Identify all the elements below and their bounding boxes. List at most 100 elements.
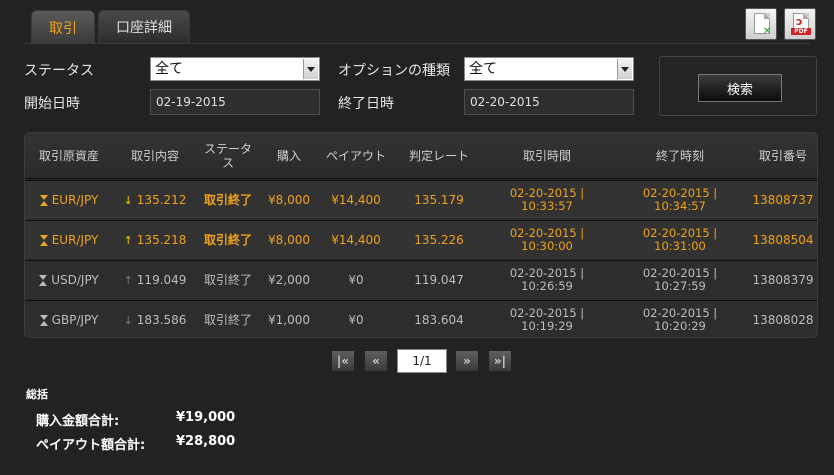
- asset-text: EUR/JPY: [51, 232, 99, 247]
- col-header-end-time: 終了時刻: [655, 149, 704, 163]
- pdf-export-icon[interactable]: ↄ PDF: [784, 8, 816, 40]
- time-line: 10:30:00: [521, 239, 573, 253]
- cell-asset: USD/JPY: [25, 261, 113, 299]
- hourglass-icon: [39, 234, 48, 246]
- total-payout-value: ¥28,800: [176, 434, 236, 449]
- cell-asset: EUR/JPY: [25, 181, 113, 219]
- cell-purchase: ¥8,000: [268, 192, 310, 207]
- search-button[interactable]: 検索: [698, 74, 782, 102]
- entry-rate-text: 135.212: [136, 192, 187, 207]
- tab-account-details[interactable]: 口座詳細: [98, 10, 190, 43]
- cell-payout: ¥0: [348, 272, 364, 287]
- trade-time-text: 02-20-2015 | 10:19:29: [510, 307, 584, 333]
- total-purchase-value: ¥19,000: [176, 410, 236, 425]
- total-payout-label: ペイアウト額合計:: [36, 438, 146, 453]
- cell-direction: ↓ 135.212: [113, 181, 197, 219]
- option-type-select[interactable]: 全て: [464, 57, 634, 81]
- entry-rate-text: 135.218: [136, 232, 187, 247]
- excel-export-icon[interactable]: ✕: [745, 8, 777, 40]
- cell-payout: ¥14,400: [331, 192, 381, 207]
- trade-time-text: 02-20-2015 | 10:26:59: [510, 267, 584, 293]
- table-row[interactable]: USD/JPY ↑ 119.049 取引終了 ¥2,000 ¥0 119.047 02-20-…: [25, 260, 817, 299]
- cell-trade-time: 02-20-2015 | 10:19:29: [481, 301, 613, 337]
- search-panel: 検索: [659, 56, 817, 116]
- cell-asset: GBP/JPY: [25, 301, 113, 337]
- cell-trade-no: 13808379: [752, 272, 814, 287]
- col-header-judge-rate: 判定レート: [408, 149, 469, 163]
- end-time-text: 02-20-2015 | 10:31:00: [643, 227, 717, 253]
- pdf-band: PDF: [791, 28, 811, 35]
- first-page-button[interactable]: |«: [331, 350, 355, 372]
- next-page-button[interactable]: »: [455, 350, 479, 372]
- asset-text: EUR/JPY: [51, 192, 99, 207]
- page-indicator[interactable]: 1/1: [397, 349, 447, 373]
- start-date-input[interactable]: 02-19-2015: [150, 89, 320, 115]
- end-date-label: 終了日時: [338, 96, 394, 112]
- pdf-swirl-icon: ↄ: [796, 15, 803, 28]
- cell-purchase: ¥2,000: [268, 272, 310, 287]
- summary-title: 総括: [26, 388, 48, 401]
- tab-divider: [24, 43, 810, 44]
- end-time-text: 02-20-2015 | 10:34:57: [643, 187, 717, 213]
- cell-trade-time: 02-20-2015 | 10:30:00: [481, 221, 613, 259]
- trade-time-text: 02-20-2015 | 10:30:00: [510, 227, 584, 253]
- tab-trades[interactable]: 取引: [31, 10, 95, 44]
- time-line: 10:26:59: [521, 279, 573, 293]
- col-header-payout: ペイアウト: [325, 149, 386, 163]
- end-time-text: 02-20-2015 | 10:20:29: [643, 307, 717, 333]
- arrow-down-icon: ↓: [123, 193, 133, 207]
- cell-trade-no: 13808028: [752, 312, 814, 327]
- asset-text: GBP/JPY: [51, 312, 99, 327]
- prev-page-button[interactable]: «: [364, 350, 388, 372]
- cell-payout: ¥14,400: [331, 232, 381, 247]
- status-select[interactable]: 全て: [150, 57, 320, 81]
- arrow-down-icon: ↓: [123, 313, 133, 327]
- entry-rate-text: 119.049: [136, 272, 187, 287]
- cell-end-time: 02-20-2015 | 10:27:59: [613, 261, 747, 299]
- cell-direction: ↑ 135.218: [113, 221, 197, 259]
- last-page-button[interactable]: »|: [488, 350, 512, 372]
- total-purchase-label: 購入金額合計:: [36, 414, 120, 429]
- status-select-value: 全て: [155, 61, 183, 77]
- cell-judge-rate: 135.226: [414, 232, 464, 247]
- cell-trade-time: 02-20-2015 | 10:26:59: [481, 261, 613, 299]
- cell-direction: ↑ 119.049: [113, 261, 197, 299]
- col-header-trade-time: 取引時間: [522, 149, 571, 163]
- cell-judge-rate: 119.047: [414, 272, 464, 287]
- col-header-purchase: 購入: [276, 149, 301, 163]
- table-row[interactable]: EUR/JPY ↓ 135.212 取引終了 ¥8,000 ¥14,400 135.179 0…: [25, 180, 817, 219]
- table-row[interactable]: EUR/JPY ↑ 135.218 取引終了 ¥8,000 ¥14,400 135.226 0…: [25, 220, 817, 259]
- option-type-select-value: 全て: [469, 61, 497, 77]
- cell-status: 取引終了: [203, 192, 252, 207]
- tab-account-details-label: 口座詳細: [116, 20, 172, 36]
- hourglass-icon: [39, 194, 48, 206]
- trade-time-text: 02-20-2015 | 10:33:57: [510, 187, 584, 213]
- cell-trade-no: 13808737: [752, 192, 814, 207]
- chevron-down-icon: [303, 59, 318, 79]
- cell-trade-time: 02-20-2015 | 10:33:57: [481, 181, 613, 219]
- asset-text: USD/JPY: [51, 272, 99, 287]
- trades-table: 取引原資産 取引内容 ステータス 購入 ペイアウト 判定レート 取引時間 終了時…: [24, 132, 818, 338]
- chevron-down-icon: [617, 59, 632, 79]
- option-type-label: オプションの種類: [338, 63, 450, 79]
- col-header-trade-no: 取引番号: [758, 149, 807, 163]
- time-line: 10:19:29: [521, 319, 573, 333]
- cell-judge-rate: 135.179: [414, 192, 464, 207]
- hourglass-icon: [39, 314, 48, 326]
- cell-direction: ↓ 183.586: [113, 301, 197, 337]
- col-header-asset: 取引原資産: [38, 149, 99, 163]
- col-header-direction: 取引内容: [130, 149, 179, 163]
- arrow-up-icon: ↑: [123, 233, 133, 247]
- cell-end-time: 02-20-2015 | 10:20:29: [613, 301, 747, 337]
- time-line: 10:31:00: [654, 239, 706, 253]
- arrow-up-icon: ↑: [123, 273, 133, 287]
- tab-trades-label: 取引: [49, 20, 77, 37]
- end-date-input[interactable]: 02-20-2015: [464, 89, 634, 115]
- entry-rate-text: 183.586: [136, 312, 187, 327]
- hourglass-icon: [39, 274, 48, 286]
- time-line: 10:20:29: [654, 319, 706, 333]
- cell-status: 取引終了: [203, 312, 252, 327]
- table-row[interactable]: GBP/JPY ↓ 183.586 取引終了 ¥1,000 ¥0 183.604 02-20-…: [25, 300, 817, 337]
- cell-trade-no: 13808504: [752, 232, 814, 247]
- cell-asset: EUR/JPY: [25, 221, 113, 259]
